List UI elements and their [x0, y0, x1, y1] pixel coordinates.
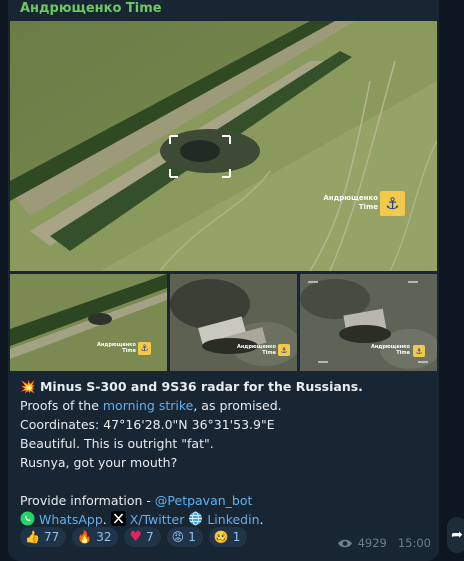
anchor-icon: ⚓ — [415, 346, 423, 356]
eye-icon — [337, 538, 353, 549]
thumbnail-3[interactable]: Андрющенко Time ⚓ — [300, 274, 437, 371]
x-icon — [110, 511, 126, 526]
watermark-badge: ⚓ — [380, 191, 405, 216]
watermark-badge: ⚓ — [413, 345, 425, 357]
angry-face-icon: 😡 — [171, 530, 185, 544]
channel-name[interactable]: Андрющенко Time — [20, 1, 162, 16]
reaction-count: 7 — [146, 530, 154, 544]
x-twitter-link[interactable]: X/Twitter — [130, 512, 185, 527]
linkedin-link[interactable]: Linkedin — [207, 512, 259, 527]
anchor-icon: ⚓ — [280, 345, 288, 355]
fire-icon: 🔥 — [77, 530, 93, 544]
message-bubble: Андрющенко Time Андрющенко Time ⚓ Андрющ… — [8, 0, 439, 561]
thumbs-up-icon: 👍 — [25, 530, 40, 544]
watermark-text-2: Time — [396, 350, 410, 356]
bot-link[interactable]: @Petpavan_bot — [155, 493, 253, 508]
reaction-count: 77 — [43, 530, 60, 544]
main-photo[interactable]: Андрющенко Time ⚓ — [10, 21, 437, 271]
thumbnail-2[interactable]: Андрющенко Time ⚓ — [170, 274, 297, 371]
post-line-2: Proofs of the morning strike, as promise… — [20, 396, 430, 415]
reaction-fire[interactable]: 🔥 32 — [72, 527, 119, 547]
message-meta: 4929 15:00 — [337, 536, 431, 550]
forward-icon: ➦ — [451, 527, 463, 543]
post-line-4: Beautiful. This is outright "fat". — [20, 436, 214, 451]
heart-icon: ♥ — [129, 529, 143, 545]
forward-button[interactable]: ➦ — [447, 517, 464, 553]
whatsapp-link[interactable]: WhatsApp — [39, 512, 103, 527]
post-line-2-post: , as promised. — [193, 398, 282, 413]
anchor-icon: ⚓ — [140, 343, 149, 354]
reaction-angry[interactable]: 😡 1 — [166, 527, 203, 547]
post-title-text: Minus S-300 and 9S36 radar for the Russi… — [39, 379, 363, 394]
watermark-text-2: Time — [122, 348, 136, 354]
provide-info-line: Provide information - @Petpavan_bot — [20, 491, 430, 510]
reaction-count: 1 — [232, 530, 241, 544]
globe-icon — [188, 511, 203, 526]
watermark-text-2: Time — [262, 350, 276, 356]
watermark-badge: ⚓ — [138, 342, 151, 355]
reaction-thumbs-up[interactable]: 👍 77 — [20, 527, 67, 547]
message-time: 15:00 — [397, 536, 431, 550]
reaction-heart[interactable]: ♥ 7 — [124, 527, 161, 547]
thumbnail-1[interactable]: Андрющенко Time ⚓ — [10, 274, 167, 371]
watermark-badge: ⚓ — [278, 344, 290, 356]
reaction-count: 1 — [188, 530, 196, 544]
reactions-bar: 👍 77 🔥 32 ♥ 7 😡 1 🥴 1 — [20, 527, 248, 547]
woozy-face-icon: 🥴 — [213, 530, 229, 544]
watermark-text-2: Time — [358, 203, 378, 211]
reaction-woozy[interactable]: 🥴 1 — [208, 527, 248, 547]
anchor-icon: ⚓ — [385, 194, 400, 213]
view-count: 4929 — [357, 536, 387, 550]
collision-icon: 💥 — [20, 379, 36, 394]
morning-strike-link[interactable]: morning strike — [103, 398, 193, 413]
post-title: 💥 Minus S-300 and 9S36 radar for the Rus… — [20, 377, 430, 396]
post-text: 💥 Minus S-300 and 9S36 radar for the Rus… — [20, 377, 430, 529]
post-line-5: Rusnya, got your mouth? — [20, 455, 178, 470]
provide-info-label: Provide information - — [20, 493, 155, 508]
whatsapp-icon — [20, 511, 35, 526]
post-line-2-pre: Proofs of the — [20, 398, 103, 413]
watermark-text-1: Андрющенко — [323, 194, 378, 202]
reaction-count: 32 — [96, 530, 112, 544]
coordinates-text: Coordinates: 47°16'28.0"N 36°31'53.9"E — [20, 417, 275, 432]
